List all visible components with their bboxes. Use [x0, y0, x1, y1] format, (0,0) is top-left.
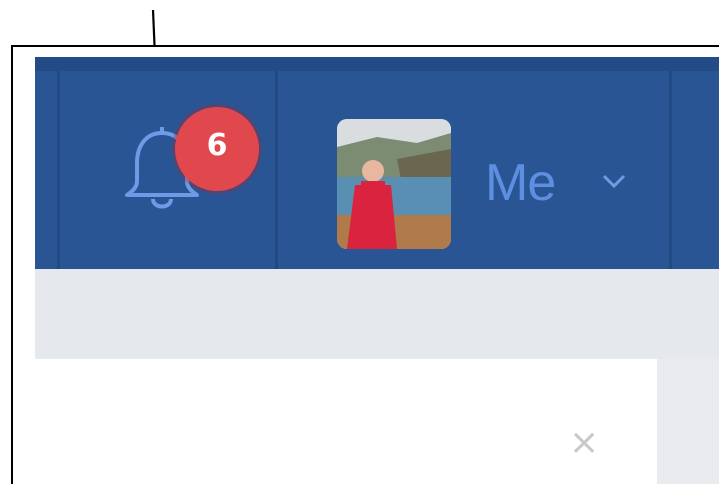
close-icon[interactable]: × [569, 425, 599, 461]
nav-divider [57, 71, 60, 269]
app-window: 6 Me × [35, 57, 719, 484]
avatar [337, 119, 451, 249]
page: 6 Me × [0, 0, 719, 484]
zoomed-screenshot: 6 Me × [11, 45, 719, 484]
secondary-bar [35, 269, 719, 359]
dialog-panel: × [35, 359, 657, 484]
top-navbar: 6 Me [35, 57, 719, 269]
page-background [657, 359, 719, 484]
nav-divider [275, 71, 278, 269]
me-label: Me [485, 154, 556, 212]
notification-count-badge: 6 [175, 107, 259, 191]
chevron-down-icon [602, 174, 626, 189]
nav-divider [669, 71, 672, 269]
